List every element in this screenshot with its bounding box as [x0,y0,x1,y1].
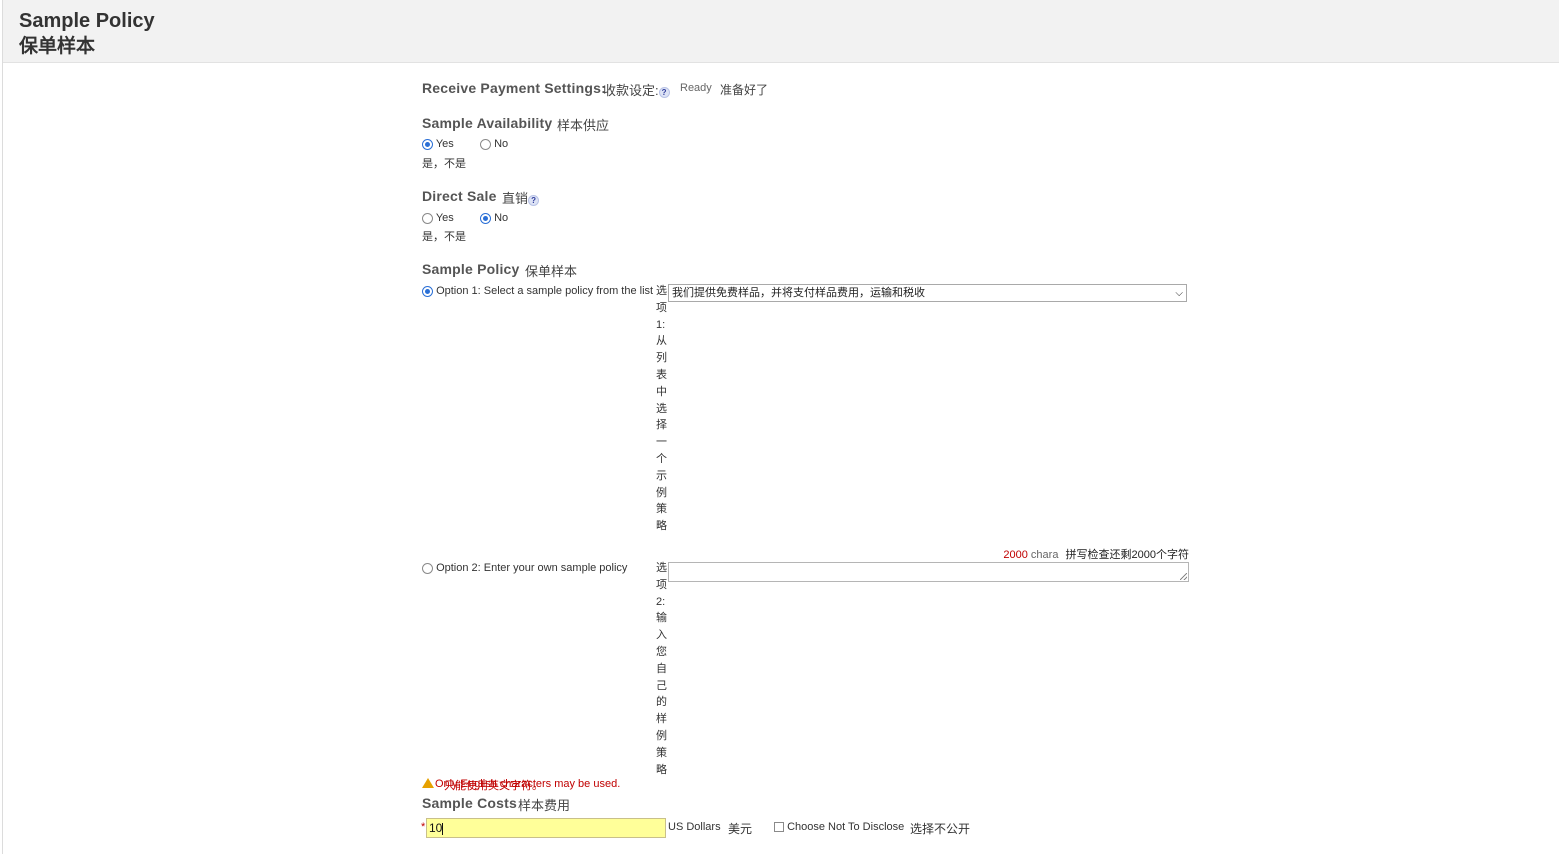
receive-payment-status-cn: 准备好了 [720,83,769,97]
policy-option1-radio[interactable] [422,285,433,297]
policy-option1-label: Option 1: Select a sample policy from th… [436,285,654,297]
policy-option2-label: Option 2: Enter your own sample policy [436,562,628,574]
page-left-border [2,0,3,854]
receive-payment-label: Receive Payment Settings: [422,80,606,96]
policy-option2[interactable]: Option 2: Enter your own sample policy [422,562,627,574]
direct-sale-label-cn: 直销? [502,188,540,207]
sample-availability-no-radio[interactable] [480,138,491,150]
direct-sale-no-option[interactable]: No [480,212,508,224]
sample-availability-no-label: No [494,138,509,150]
sample-policy-label: Sample Policy [422,261,520,277]
sample-availability-label: Sample Availability [422,115,553,131]
custom-policy-textarea[interactable] [668,562,1189,582]
text-cursor [442,822,444,835]
direct-sale-no-label: No [494,212,509,224]
help-icon[interactable]: ? [658,87,670,98]
sample-availability-no-option[interactable]: No [480,138,508,150]
policy-select-value: 我们提供免费样品，并将支付样品费用，运输和税收 [672,287,925,299]
direct-sale-options-cn: 是，不是 [422,231,466,243]
resize-handle-icon[interactable] [1180,573,1187,580]
policy-option2-label-cn: 选项2:输入您自己的样例策略 [656,562,667,776]
direct-sale-label-cn-text: 直销 [502,191,529,206]
direct-sale-yes-option[interactable]: Yes [422,212,454,224]
direct-sale-label: Direct Sale [422,188,497,204]
sample-cost-value: 10 [429,821,443,835]
not-disclose-label: Choose Not To Disclose [787,821,905,833]
sample-availability-yes-label: Yes [435,138,454,150]
currency-label-cn: 美元 [728,822,753,836]
not-disclose-checkbox[interactable] [774,822,784,833]
sample-availability-yes-option[interactable]: Yes [422,138,454,150]
sample-costs-label: Sample Costs [422,795,517,811]
page-title: Sample Policy [19,10,155,32]
sample-costs-label-cn: 样本费用 [518,798,571,813]
chevron-down-icon[interactable]: ⌵ [1175,286,1183,301]
sample-availability-label-cn: 样本供应 [557,118,610,133]
not-disclose-option[interactable]: Choose Not To Disclose [774,821,904,833]
direct-sale-yes-label: Yes [435,212,454,224]
sample-availability-options-cn: 是，不是 [422,158,466,170]
direct-sale-no-radio[interactable] [480,212,491,224]
character-counter-cn: 拼写检查还剩2000个字符 [1065,549,1189,561]
sample-policy-label-cn: 保单样本 [525,264,578,279]
sample-cost-input[interactable]: 10 [426,818,666,838]
policy-option1-label-cn: 选项1:从列表中选择一个示例策略 [656,285,667,533]
english-only-warning-cn: 只能使用英文字符。 [444,780,543,792]
help-icon[interactable]: ? [528,195,540,206]
currency-label: US Dollars [668,821,721,833]
policy-select[interactable]: 我们提供免费样品，并将支付样品费用，运输和税收 ⌵ [668,284,1187,302]
direct-sale-yes-radio[interactable] [422,212,433,224]
character-counter-number: 2000 [1003,549,1028,561]
required-mark: * [421,821,426,833]
character-counter-text: chara [1030,549,1059,561]
page-header: Sample Policy 保单样本 [3,0,1559,63]
policy-option2-radio[interactable] [422,562,433,574]
warning-icon [422,778,434,788]
receive-payment-status: Ready [680,82,712,94]
sample-availability-yes-radio[interactable] [422,138,433,150]
character-counter: 2000 chara 拼写检查还剩2000个字符 [1003,546,1189,562]
receive-payment-label-cn-text: 收款设定: [603,83,659,98]
receive-payment-label-cn: 收款设定:? [603,80,670,99]
policy-option1[interactable]: Option 1: Select a sample policy from th… [422,285,653,297]
not-disclose-label-cn: 选择不公开 [910,822,971,836]
page-title-cn: 保单样本 [19,36,96,57]
english-only-warning: Only English characters may be used. 只能使… [422,778,620,792]
